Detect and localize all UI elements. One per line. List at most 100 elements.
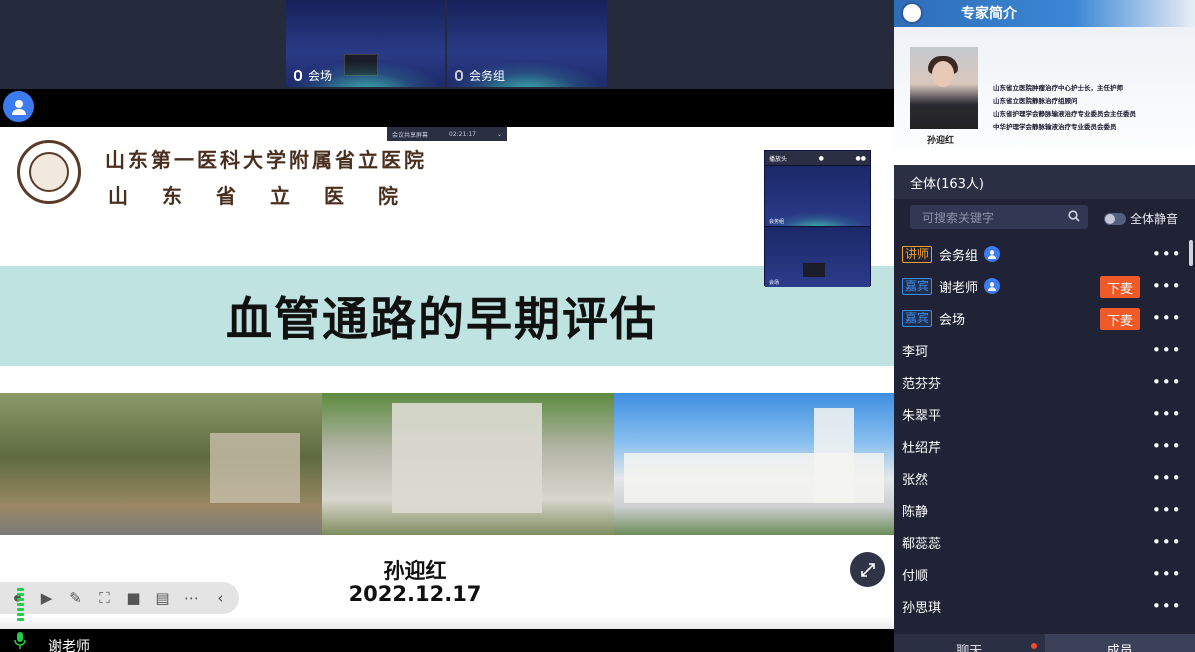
member-row[interactable]: 讲师 会务组 ••• bbox=[894, 238, 1195, 270]
remove-from-stage-button[interactable]: 下麦 bbox=[1100, 308, 1140, 330]
member-list: 讲师 会务组 ••• 嘉宾 谢老师 下麦 ••• 嘉宾 会场 下麦 ••• 李珂 ••• 范芬芬 ••• 朱翠… bbox=[894, 238, 1195, 622]
more-options-icon[interactable]: ••• bbox=[1152, 565, 1182, 583]
more-options-icon[interactable]: ••• bbox=[1152, 373, 1182, 391]
chevron-down-icon[interactable]: ⌄ bbox=[497, 131, 502, 138]
floating-video-cell[interactable]: 会场 bbox=[765, 226, 870, 287]
member-name: 郗蕊蕊 bbox=[902, 536, 942, 552]
collapse-button[interactable] bbox=[850, 552, 885, 587]
top-video-strip: 会场 会务组 bbox=[0, 0, 894, 89]
photo-modern-building bbox=[614, 393, 894, 535]
avatar[interactable] bbox=[3, 91, 34, 122]
expert-portrait bbox=[910, 47, 978, 129]
member-row[interactable]: 嘉宾 谢老师 下麦 ••• bbox=[894, 270, 1195, 302]
camera-icon[interactable]: ■ bbox=[124, 589, 143, 608]
pen-icon[interactable]: ✎ bbox=[66, 589, 85, 608]
share-timer-bar[interactable]: 会议共享屏幕 02:21:17 ⌄ bbox=[387, 127, 507, 141]
hospital-seal-logo bbox=[17, 140, 81, 204]
active-speaker-bar: 谢老师 bbox=[0, 629, 894, 652]
expert-bio-line: 山东省护理学会静脉输液治疗专业委员会主任委员 bbox=[993, 110, 1136, 118]
annotation-toolbar: ⏺ ▶ ✎ ⛶ ■ ▤ ⋯ ‹ bbox=[0, 582, 239, 614]
separator-bar bbox=[0, 89, 894, 127]
member-row[interactable]: 张然 ••• bbox=[894, 462, 1195, 494]
mic-icon bbox=[294, 70, 302, 81]
expert-title: 专家简介 bbox=[961, 6, 1017, 22]
screenshot-icon[interactable]: ⛶ bbox=[95, 589, 114, 608]
expert-header: 专家简介 bbox=[894, 0, 1195, 27]
member-row[interactable]: 朱翠平 ••• bbox=[894, 398, 1195, 430]
tab-chat[interactable]: 聊天 bbox=[894, 634, 1045, 652]
presenter-name: 孙迎红 bbox=[383, 559, 447, 583]
more-options-icon[interactable]: ••• bbox=[1152, 341, 1182, 359]
more-options-icon[interactable]: ••• bbox=[1152, 245, 1182, 263]
tab-members[interactable]: 成员 bbox=[1044, 634, 1195, 652]
member-name: 孙思琪 bbox=[902, 600, 942, 616]
member-row[interactable]: 陈静 ••• bbox=[894, 494, 1195, 526]
active-speaker-name: 谢老师 bbox=[48, 639, 90, 652]
slide-title: 血管通路的早期评估 bbox=[226, 292, 658, 346]
expert-bio: 山东省立医院肿瘤治疗中心护士长，主任护师 山东省立医院静脉治疗组顾问 山东省护理… bbox=[993, 82, 1136, 134]
mute-all-toggle[interactable]: 全体静音 bbox=[1104, 210, 1178, 227]
play-icon[interactable]: ▶ bbox=[37, 589, 56, 608]
floating-video-panel[interactable]: 播放头 ● ●● 会务组 会场 bbox=[764, 150, 871, 287]
video-thumb-staff[interactable]: 会务组 bbox=[447, 0, 607, 87]
expert-bio-line: 山东省立医院静脉治疗组顾问 bbox=[993, 97, 1078, 105]
more-options-icon[interactable]: ••• bbox=[1152, 437, 1182, 455]
users-icon[interactable]: ●● bbox=[856, 155, 866, 162]
member-row[interactable]: 杜绍芹 ••• bbox=[894, 430, 1195, 462]
video-label-text: 会场 bbox=[308, 69, 333, 83]
video-thumb-venue[interactable]: 会场 bbox=[286, 0, 445, 87]
chat-icon[interactable]: ▤ bbox=[153, 589, 172, 608]
participant-count: 全体(163人) bbox=[894, 165, 1195, 199]
search-row: 可搜索关键字 全体静音 bbox=[894, 199, 1195, 235]
member-row[interactable]: 付顺 ••• bbox=[894, 558, 1195, 590]
more-options-icon[interactable]: ••• bbox=[1152, 533, 1182, 551]
toggle-switch[interactable] bbox=[1104, 212, 1126, 225]
member-row[interactable]: 孙思琪 ••• bbox=[894, 590, 1195, 622]
search-input[interactable]: 可搜索关键字 bbox=[910, 205, 1088, 229]
role-badge: 嘉宾 bbox=[902, 277, 933, 295]
member-row[interactable]: 嘉宾 会场 下麦 ••• bbox=[894, 302, 1195, 334]
member-row[interactable]: 范芬芬 ••• bbox=[894, 366, 1195, 398]
slide-title-band: 血管通路的早期评估 bbox=[0, 266, 894, 366]
photo-campus-trees bbox=[0, 393, 322, 535]
panel-tabs: 聊天 成员 bbox=[894, 634, 1195, 652]
member-row[interactable]: 李珂 ••• bbox=[894, 334, 1195, 366]
mic-active-icon bbox=[14, 632, 26, 649]
member-list-scrollbar[interactable] bbox=[1189, 240, 1193, 266]
more-options-icon[interactable]: ••• bbox=[1152, 597, 1182, 615]
mic-muted-icon bbox=[455, 70, 463, 81]
expert-bio-line: 山东省立医院肿瘤治疗中心护士长，主任护师 bbox=[993, 84, 1123, 92]
member-name: 会务组 bbox=[939, 248, 979, 264]
floating-video-cell[interactable]: 会务组 bbox=[765, 165, 870, 226]
more-options-icon[interactable]: ••• bbox=[1152, 405, 1182, 423]
shared-slide: 山东第一医科大学附属省立医院 山东省立医院 血管通路的早期评估 孙迎红 2022… bbox=[0, 127, 894, 629]
more-options-icon[interactable]: ••• bbox=[1152, 277, 1182, 295]
more-icon[interactable]: ⋯ bbox=[182, 589, 201, 608]
right-panel: 专家简介 孙迎红 山东省立医院肿瘤治疗中心护士长，主任护师 山东省立医院静脉治疗… bbox=[894, 0, 1195, 652]
member-name: 范芬芬 bbox=[902, 376, 942, 392]
hospital-name-line2: 山东省立医院 bbox=[108, 184, 432, 208]
photo-old-building bbox=[322, 393, 614, 535]
video-thumb-label: 会场 bbox=[294, 67, 332, 84]
user-icon[interactable]: ● bbox=[819, 155, 824, 162]
expert-card: 孙迎红 山东省立医院肿瘤治疗中心护士长，主任护师 山东省立医院静脉治疗组顾问 山… bbox=[894, 27, 1195, 165]
expert-name: 孙迎红 bbox=[927, 136, 955, 146]
more-options-icon[interactable]: ••• bbox=[1152, 469, 1182, 487]
floating-video-title: 播放头 bbox=[769, 155, 788, 163]
remove-from-stage-button[interactable]: 下麦 bbox=[1100, 276, 1140, 298]
more-options-icon[interactable]: ••• bbox=[1152, 501, 1182, 519]
user-icon bbox=[11, 99, 26, 115]
role-badge: 嘉宾 bbox=[902, 309, 933, 327]
video-thumb-label: 会务组 bbox=[455, 67, 505, 84]
meeting-window: 会场 会务组 山东第一医科大学附属省立医院 山东省立医院 血管通路的早期评估 孙… bbox=[0, 0, 1195, 652]
search-icon[interactable] bbox=[1068, 210, 1080, 222]
hospital-photos bbox=[0, 393, 894, 535]
member-row[interactable]: 郗蕊蕊 ••• bbox=[894, 526, 1195, 558]
video-label-text: 会务组 bbox=[469, 69, 506, 83]
expert-bio-line: 中华护理学会静脉输液治疗专业委员会委员 bbox=[993, 123, 1117, 131]
floating-video-label: 会场 bbox=[769, 280, 780, 286]
mic-level-meter bbox=[17, 588, 24, 628]
more-options-icon[interactable]: ••• bbox=[1152, 309, 1182, 327]
member-name: 李珂 bbox=[902, 344, 929, 360]
chevron-left-icon[interactable]: ‹ bbox=[211, 589, 230, 608]
